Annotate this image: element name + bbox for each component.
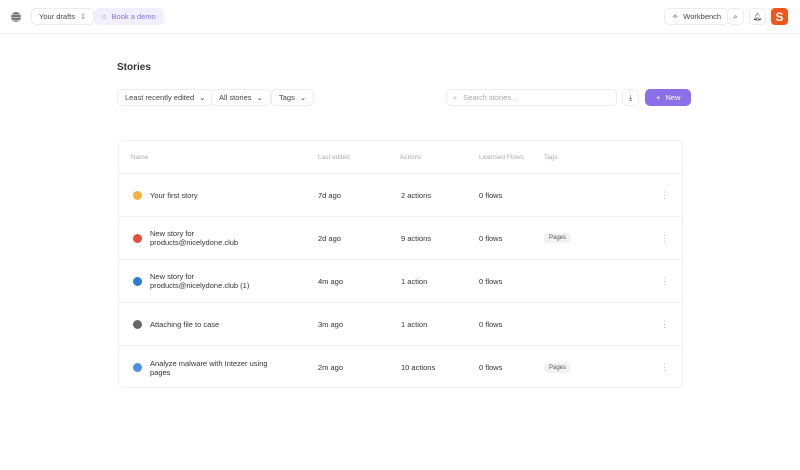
weather-icon	[133, 190, 142, 200]
globe-icon	[133, 276, 142, 286]
column-last-edited[interactable]: Last edited	[318, 154, 350, 161]
table-row[interactable]: Your first story 7d ago 2 actions 0 flow…	[119, 174, 682, 217]
satellite-icon	[133, 319, 142, 329]
workspace-logo-icon[interactable]	[11, 12, 21, 22]
chevron-down-icon: ⌄	[256, 93, 263, 102]
more-options-icon[interactable]: ⋮	[660, 276, 669, 287]
workspace-label: Your drafts	[39, 12, 75, 21]
stories-table: Name Last edited Actions Licensed Flows …	[118, 140, 683, 388]
more-options-icon[interactable]: ⋮	[660, 233, 669, 244]
book-demo-button[interactable]: ⌂ Book a demo	[94, 8, 164, 25]
action-count: 1 action	[401, 319, 428, 329]
column-name[interactable]: Name	[131, 154, 148, 161]
plus-icon: +	[656, 93, 661, 102]
new-story-button[interactable]: + New	[645, 89, 692, 106]
action-count: 9 actions	[401, 233, 432, 243]
tags-dropdown[interactable]: Tags ⌄	[271, 89, 315, 106]
book-demo-label: Book a demo	[111, 12, 156, 21]
story-name[interactable]: Attaching file to case	[150, 320, 280, 329]
action-count: 1 action	[401, 276, 428, 286]
search-icon: ⌕	[733, 11, 738, 21]
top-bar: Your drafts ⇕ ⌂ Book a demo ✧ Workbench ⌕ 🔔…	[0, 0, 800, 34]
new-label: New	[665, 93, 681, 102]
table-row[interactable]: Attaching file to case 3m ago 1 action 0…	[119, 303, 682, 346]
tag-badge[interactable]: Pages	[544, 233, 572, 243]
last-edited: 4m ago	[318, 276, 344, 286]
table-row[interactable]: New story for products@nicelydone.club (…	[119, 260, 682, 303]
sort-label: Least recently edited	[125, 93, 195, 102]
search-button[interactable]: ⌕	[727, 8, 744, 25]
flow-count: 0 flows	[479, 233, 503, 243]
action-count: 2 actions	[401, 190, 432, 200]
bell-icon: 🔔︎	[752, 12, 763, 21]
calendar-icon	[133, 233, 142, 243]
chevron-down-icon: ⌄	[199, 93, 206, 102]
last-edited: 3m ago	[318, 319, 344, 329]
story-name[interactable]: Your first story	[150, 191, 280, 200]
flow-count: 0 flows	[479, 363, 503, 372]
action-count: 10 actions	[401, 363, 436, 372]
column-actions: Actions	[400, 153, 422, 161]
avatar[interactable]: S	[771, 8, 788, 25]
last-edited: 2m ago	[318, 363, 344, 372]
import-button[interactable]: ⤓	[622, 89, 639, 106]
bell-outline-icon: ⌂	[102, 12, 107, 21]
workbench-label: Workbench	[683, 12, 722, 21]
scope-label: All stories	[219, 93, 252, 102]
page-title: Stories	[117, 62, 151, 73]
chevron-updown-icon: ⇕	[80, 12, 87, 21]
last-edited: 2d ago	[318, 233, 341, 243]
story-name[interactable]: New story for products@nicelydone.club	[150, 229, 280, 247]
table-row[interactable]: Analyze malware with Intezer using pages…	[119, 346, 682, 389]
chevron-down-icon: ⌄	[299, 93, 307, 102]
search-placeholder: Search stories...	[463, 93, 518, 102]
table-header: Name Last edited Actions Licensed Flows …	[119, 141, 682, 174]
search-input[interactable]: ⌕ Search stories...	[446, 89, 617, 106]
more-options-icon[interactable]: ⋮	[660, 319, 669, 330]
story-name[interactable]: Analyze malware with Intezer using pages	[150, 359, 280, 377]
last-edited: 7d ago	[318, 190, 341, 200]
more-options-icon[interactable]: ⋮	[660, 190, 669, 201]
column-tags: Tags	[544, 153, 558, 161]
tag-badge[interactable]: Pages	[544, 362, 572, 373]
column-licensed-flows: Licensed Flows	[479, 153, 524, 161]
bug-icon	[133, 363, 142, 372]
scope-dropdown[interactable]: All stories ⌄	[211, 89, 271, 106]
story-name[interactable]: New story for products@nicelydone.club (…	[150, 272, 280, 290]
download-icon: ⤓	[628, 92, 633, 102]
search-icon: ⌕	[453, 92, 458, 102]
flow-count: 0 flows	[479, 276, 503, 286]
workspace-switcher[interactable]: Your drafts ⇕	[31, 8, 95, 25]
sort-dropdown[interactable]: Least recently edited ⌄	[117, 89, 214, 106]
workbench-button[interactable]: ✧ Workbench	[664, 8, 730, 25]
flow-count: 0 flows	[479, 319, 503, 329]
flow-count: 0 flows	[479, 190, 503, 200]
tags-label: Tags	[279, 93, 295, 102]
table-row[interactable]: New story for products@nicelydone.club 2…	[119, 217, 682, 260]
sparkle-icon: ✧	[672, 12, 679, 21]
more-options-icon[interactable]: ⋮	[660, 362, 669, 373]
notifications-button[interactable]: 🔔︎	[749, 8, 766, 25]
